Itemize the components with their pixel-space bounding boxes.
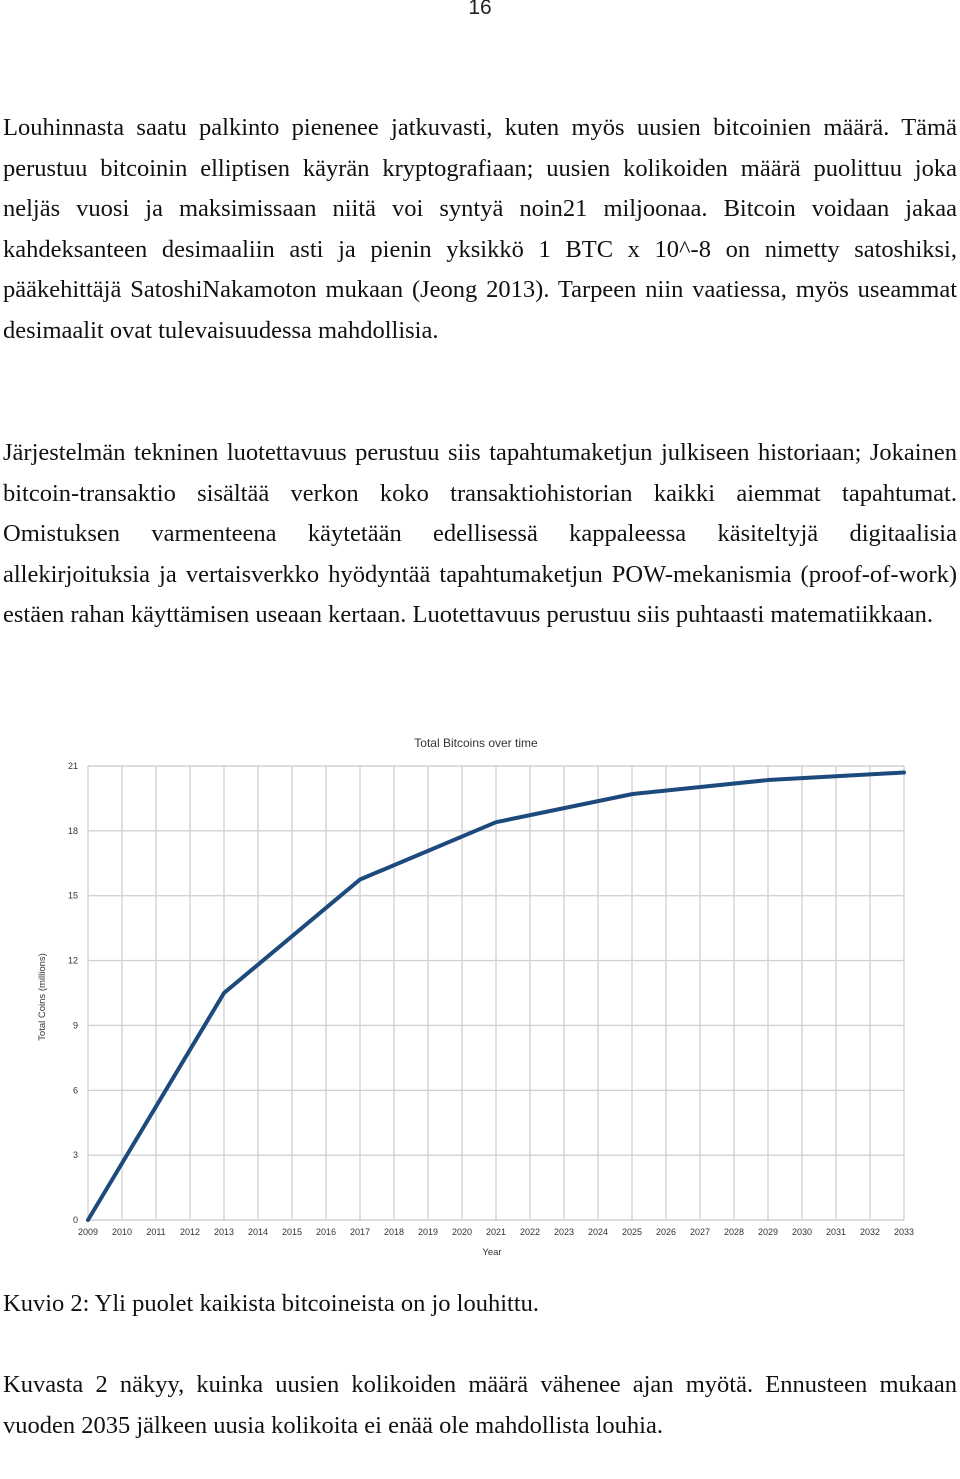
y-tick-label: 12 — [68, 956, 78, 966]
tick-layer: 2009 2010 2011 2012 2013 2014 2015 2016 2017 2018… — [68, 761, 914, 1237]
page-number: 16 — [468, 0, 492, 19]
y-tick-label: 9 — [73, 1020, 78, 1030]
y-tick-label: 6 — [73, 1085, 78, 1095]
x-tick-label: 2031 — [826, 1227, 846, 1237]
paragraph-coin-decline: Kuvasta 2 näkyy, kuinka uusien kolikoide… — [3, 1371, 957, 1439]
x-tick-label: 2020 — [452, 1227, 472, 1237]
x-axis-label: Year — [482, 1247, 501, 1258]
chart-title: Total Bitcoins over time — [414, 736, 538, 750]
x-tick-label: 2018 — [384, 1227, 404, 1237]
x-tick-label: 2014 — [248, 1227, 268, 1237]
x-tick-label: 2033 — [894, 1227, 914, 1237]
y-tick-label: 0 — [73, 1215, 78, 1225]
paragraph-mining-reward: Louhinnasta saatu palkinto pienenee jatk… — [3, 114, 957, 344]
x-tick-label: 2029 — [758, 1227, 778, 1237]
paragraph-technical-reliability: Järjestelmän tekninen luotettavuus perus… — [3, 439, 957, 628]
chart-svg: 2009 2010 2011 2012 2013 2014 2015 2016 2017 2018… — [37, 736, 914, 1258]
chart-total-bitcoins: 2009 2010 2011 2012 2013 2014 2015 2016 2017 2018… — [0, 722, 960, 1272]
x-tick-label: 2021 — [486, 1227, 506, 1237]
figure-caption: Kuvio 2: Yli puolet kaikista bitcoineist… — [3, 1290, 539, 1317]
y-tick-label: 3 — [73, 1150, 78, 1160]
x-tick-label: 2011 — [146, 1227, 165, 1237]
x-tick-label: 2024 — [588, 1227, 608, 1237]
x-tick-label: 2017 — [350, 1227, 370, 1237]
x-tick-label: 2013 — [214, 1227, 234, 1237]
x-tick-label: 2009 — [78, 1227, 98, 1237]
x-tick-label: 2028 — [724, 1227, 744, 1237]
x-tick-label: 2023 — [554, 1227, 574, 1237]
x-tick-label: 2030 — [792, 1227, 812, 1237]
x-tick-label: 2010 — [112, 1227, 132, 1237]
x-tick-label: 2019 — [418, 1227, 438, 1237]
y-axis-label: Total Coins (millions) — [37, 953, 48, 1041]
y-tick-label: 21 — [68, 761, 78, 771]
x-tick-label: 2027 — [690, 1227, 710, 1237]
x-tick-label: 2022 — [520, 1227, 540, 1237]
x-tick-label: 2026 — [656, 1227, 676, 1237]
x-tick-label: 2015 — [282, 1227, 302, 1237]
y-tick-label: 15 — [68, 891, 78, 901]
x-tick-label: 2016 — [316, 1227, 336, 1237]
grid-layer — [87, 765, 905, 1221]
x-tick-label: 2025 — [622, 1227, 642, 1237]
y-tick-label: 18 — [68, 826, 78, 836]
x-tick-label: 2012 — [180, 1227, 200, 1237]
x-tick-label: 2032 — [860, 1227, 880, 1237]
